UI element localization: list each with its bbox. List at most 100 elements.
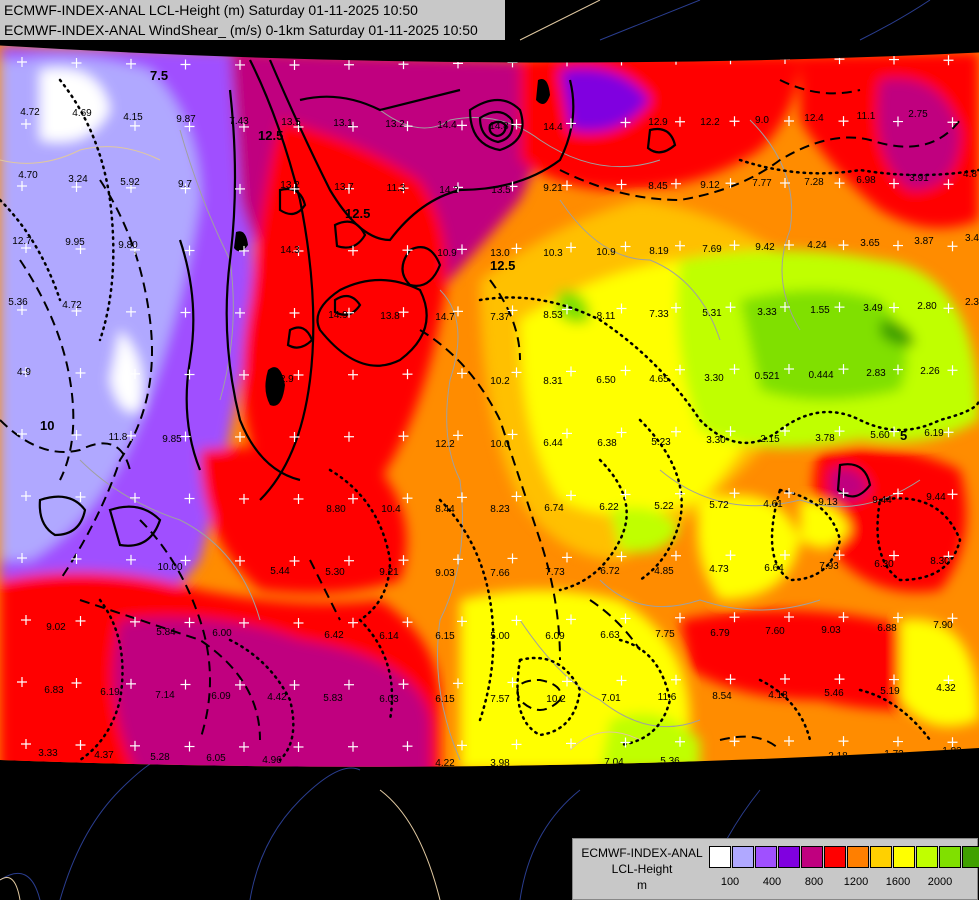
map-value-label: 5.36 xyxy=(660,756,680,767)
map-value-label: 6.19 xyxy=(924,428,944,439)
map-value-label: 6.15 xyxy=(435,631,455,642)
map-value-label: 6.09 xyxy=(211,691,231,702)
map-value-label: 4.72 xyxy=(20,107,40,118)
map-value-label: 5.19 xyxy=(880,686,900,697)
map-value-label: 6.63 xyxy=(600,630,620,641)
legend-tick-label: 1200 xyxy=(843,876,869,888)
legend-tick-label: 800 xyxy=(804,876,824,888)
contour-label: 12.5 xyxy=(345,206,370,221)
map-value-label: 14.4 xyxy=(437,120,457,131)
map-value-label: 6.42 xyxy=(324,630,344,641)
map-value-label: 12.2 xyxy=(435,439,455,450)
legend-title: ECMWF-INDEX-ANAL LCL-Height m xyxy=(579,845,705,893)
map-value-label: 4.42 xyxy=(267,692,287,703)
map-value-label: 9.02 xyxy=(46,622,66,633)
legend-unit: m xyxy=(637,878,647,892)
map-value-label: 6.74 xyxy=(544,503,564,514)
map-value-label: 6.15 xyxy=(435,694,455,705)
legend-tick-label: 2000 xyxy=(927,876,953,888)
contour-label: 10 xyxy=(40,418,54,433)
legend-tick-label: 100 xyxy=(720,876,740,888)
map-value-label: 9.44 xyxy=(926,492,946,503)
map-value-label: 13.5 xyxy=(491,185,511,196)
map-value-label: 6.09 xyxy=(545,631,565,642)
map-value-label: 4.15 xyxy=(123,112,143,123)
legend-tick-label: 400 xyxy=(762,876,782,888)
legend-swatch xyxy=(824,846,846,868)
map-value-label: 7.57 xyxy=(490,694,510,705)
map-value-label: 5.22 xyxy=(654,501,674,512)
map-value-label: 10.9 xyxy=(437,248,457,259)
map-value-label: 2.3 xyxy=(965,297,979,308)
map-value-label: 6.64 xyxy=(764,563,784,574)
map-value-label: 5.23 xyxy=(651,437,671,448)
map-value-label: 9.95 xyxy=(65,237,85,248)
map-value-label: 8.44 xyxy=(435,504,455,515)
map-value-label: 3.24 xyxy=(68,174,88,185)
map-value-label: 3.30 xyxy=(706,435,726,446)
map-value-label: 13.2 xyxy=(385,119,405,130)
map-value-label: 2.15 xyxy=(760,434,780,445)
map-value-label: 3.78 xyxy=(815,433,835,444)
map-value-label: 13.8 xyxy=(380,311,400,322)
map-value-label: 8.23 xyxy=(490,504,510,515)
weather-map[interactable]: 7.5 12.5 12.5 10 12.5 5 4.72 4.69 4.15 9.87… xyxy=(0,0,979,900)
map-value-label: 10.4 xyxy=(381,504,401,515)
map-value-label: 1.72 xyxy=(884,749,904,760)
map-value-label: 6.79 xyxy=(710,628,730,639)
map-value-label: 14.7 xyxy=(435,312,455,323)
map-value-label: 8.31 xyxy=(543,376,563,387)
map-value-label: 1.55 xyxy=(810,305,830,316)
map-value-label: 4.8 xyxy=(963,169,977,180)
map-value-label: 13.5 xyxy=(281,117,301,128)
map-value-label: 3.98 xyxy=(490,758,510,769)
legend-swatch xyxy=(801,846,823,868)
map-value-label: 4.32 xyxy=(936,683,956,694)
map-value-label: 14.3 xyxy=(280,245,300,256)
map-value-label: 7.77 xyxy=(752,178,772,189)
map-value-label: 10.2 xyxy=(546,694,566,705)
map-value-label: 9.87 xyxy=(176,114,196,125)
legend-swatch xyxy=(870,846,892,868)
map-value-label: 6.72 xyxy=(600,566,620,577)
map-value-label: 12.2 xyxy=(700,117,720,128)
map-value-label: 4.61 xyxy=(763,499,783,510)
map-value-label: 11.6 xyxy=(658,692,677,703)
map-value-label: 5.31 xyxy=(702,308,722,319)
map-value-label: 2.83 xyxy=(866,368,886,379)
map-value-label: 8.54 xyxy=(712,691,732,702)
map-value-label: 7.69 xyxy=(702,244,722,255)
map-value-label: 6.14 xyxy=(379,631,399,642)
map-value-label: 4.70 xyxy=(18,170,38,181)
color-legend: ECMWF-INDEX-ANAL LCL-Height m 100 400 800 1… xyxy=(572,838,979,900)
map-value-label: 2.75 xyxy=(908,109,928,120)
map-value-label: 7.37 xyxy=(490,312,510,323)
map-value-label: 9.42 xyxy=(755,242,775,253)
legend-swatch xyxy=(732,846,754,868)
map-value-label: 5.36 xyxy=(8,297,28,308)
map-value-label: 10.9 xyxy=(596,247,616,258)
map-value-label: 3.91 xyxy=(909,173,929,184)
map-value-label: 7.75 xyxy=(655,629,675,640)
map-value-label: 8.53 xyxy=(543,310,563,321)
map-value-label: 9.21 xyxy=(543,183,563,194)
map-value-label: 4.96 xyxy=(262,755,282,766)
map-value-label: 13.2 xyxy=(280,180,300,191)
map-value-label: 8.80 xyxy=(326,504,346,515)
contour-label: 5 xyxy=(900,428,907,443)
map-value-label: 5.44 xyxy=(270,566,290,577)
map-value-label: 7.93 xyxy=(819,561,839,572)
legend-tick-label: 1600 xyxy=(885,876,911,888)
map-value-label: 3.33 xyxy=(757,307,777,318)
map-value-label: 6.22 xyxy=(599,502,619,513)
map-value-label: 12.9 xyxy=(648,117,668,128)
map-value-label: 0.521 xyxy=(754,371,779,382)
contour-label: 7.5 xyxy=(150,68,168,83)
map-value-label: 6.38 xyxy=(597,438,617,449)
legend-ticks: 100 400 800 1200 1600 2000 xyxy=(709,876,973,892)
map-value-label: 3.49 xyxy=(863,303,883,314)
map-value-label: 10.2 xyxy=(490,376,510,387)
map-value-label: 5.00 xyxy=(490,631,510,642)
map-value-label: 6.05 xyxy=(206,753,226,764)
legend-swatch xyxy=(916,846,938,868)
